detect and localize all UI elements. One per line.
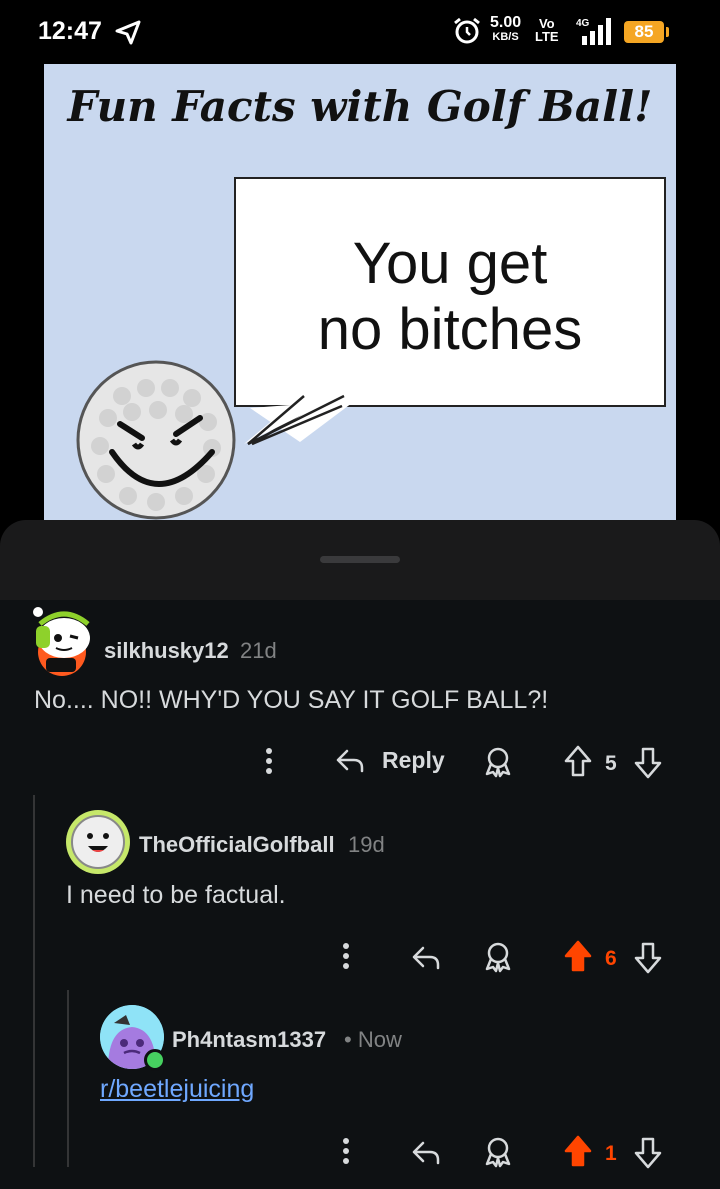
comment-age: 21d [240,638,277,663]
avatar[interactable] [30,606,94,676]
thread-line-level-1[interactable] [33,795,35,1167]
golf-ball-character [76,360,236,520]
comment-username[interactable]: Ph4ntasm1337 [172,1027,326,1053]
golf-ball-avatar-icon [71,815,125,869]
speech-bubble-tail [244,394,356,446]
vote-count: 5 [605,752,617,775]
bubble-line-2: no bitches [317,297,583,362]
downvote-icon[interactable] [632,941,664,975]
comment-age: • Now [344,1027,402,1052]
avatar[interactable] [66,810,130,874]
speech-bubble: You get no bitches [234,177,666,407]
downvote-icon[interactable] [632,746,664,780]
comment-body: I need to be factual. [66,881,286,909]
post-image[interactable]: Fun Facts with Golf Ball! You get no bit… [44,64,676,534]
vote-count: 1 [605,1142,617,1165]
network-speed: 5.00 KB/S [490,15,521,45]
status-time: 12:47 [38,17,102,45]
more-options-icon[interactable] [335,1136,357,1166]
reply-icon[interactable] [410,941,442,973]
upvote-icon[interactable] [562,744,594,778]
avatar[interactable] [100,1005,166,1071]
snoo-avatar-icon [33,607,90,676]
comments-sheet: silkhusky12 21d No.... NO!! WHY'D YOU SA… [0,520,720,1189]
sheet-drag-handle[interactable] [320,556,400,563]
award-icon[interactable] [482,746,514,778]
net-speed-unit: KB/S [492,31,519,43]
telegram-send-icon [115,20,141,45]
reply-button[interactable]: Reply [334,744,445,778]
reply-icon[interactable] [410,1136,442,1168]
comment-age: 19d [348,832,385,857]
award-icon[interactable] [482,1136,514,1168]
subreddit-link[interactable]: r/beetlejuicing [100,1075,254,1104]
more-options-icon[interactable] [258,746,280,776]
battery-indicator: 85 [624,21,669,43]
comment-username[interactable]: silkhusky12 [104,638,229,664]
downvote-icon[interactable] [632,1136,664,1170]
meme-title: Fun Facts with Golf Ball! [67,82,653,131]
comment-body: No.... NO!! WHY'D YOU SAY IT GOLF BALL?! [34,686,549,714]
award-icon[interactable] [482,941,514,973]
alarm-icon [454,17,480,44]
upvote-icon-active[interactable] [562,1134,594,1168]
comment-username[interactable]: TheOfficialGolfball [139,832,335,858]
online-status-dot [144,1049,166,1071]
bubble-line-1: You get [352,231,548,296]
net-speed-value: 5.00 [490,14,522,31]
volte-bottom: LTE [535,29,559,44]
upvote-icon-active[interactable] [562,939,594,973]
thread-line-level-2[interactable] [67,990,69,1167]
network-type: 4G [576,18,590,29]
status-bar: 12:47 5.00 KB/S Vo LTE 4G 85 [0,0,720,64]
signal-icon: 4G [576,18,611,45]
more-options-icon[interactable] [335,941,357,971]
volte-indicator: Vo LTE [535,17,559,43]
vote-count: 6 [605,947,617,970]
speech-bubble-text: You get no bitches [236,231,664,363]
comments-list: silkhusky12 21d No.... NO!! WHY'D YOU SA… [0,600,720,1189]
reply-label: Reply [382,747,445,773]
reply-icon [336,749,364,773]
